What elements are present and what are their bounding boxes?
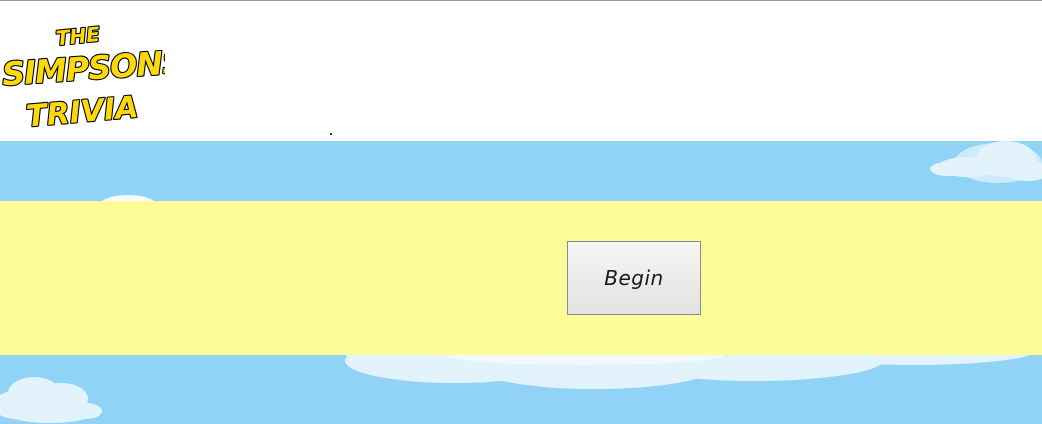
logo-word-trivia: TRIVIA [25,90,140,132]
logo-word-the: THE [55,22,102,50]
speck [330,133,332,135]
begin-button-label: Begin [604,266,664,290]
simpsons-trivia-logo: THE SIMPSONS TRIVIA [0,22,165,132]
logo-word-simpsons: SIMPSONS [1,43,165,94]
cloud-bottom-left [0,377,102,423]
cloud-top-right [930,141,1042,183]
content-band [0,201,1042,355]
begin-button[interactable]: Begin [567,241,701,315]
